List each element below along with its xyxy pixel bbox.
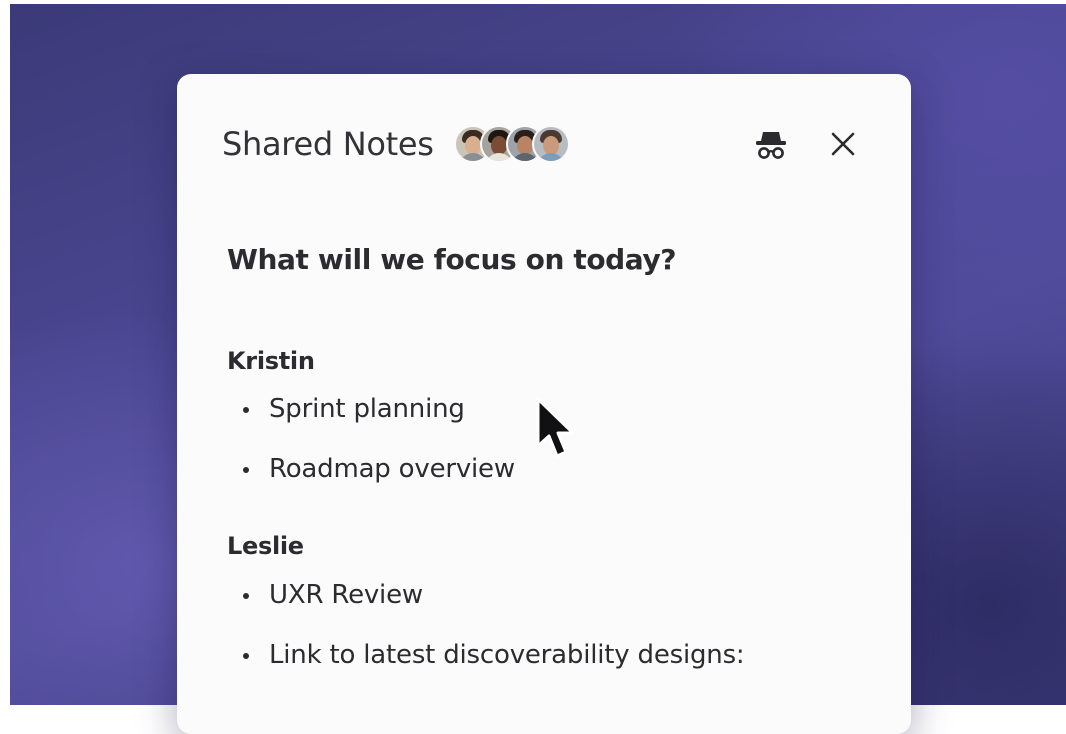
section-name: Leslie (227, 532, 304, 560)
close-button[interactable] (823, 124, 863, 164)
avatar (531, 125, 570, 163)
participant-avatars[interactable] (453, 125, 570, 163)
panel-header: Shared Notes (222, 122, 863, 166)
list-item: Sprint planning (227, 391, 871, 427)
section-name: Kristin (227, 347, 315, 375)
notes-heading: What will we focus on today? (227, 243, 677, 276)
panel-title: Shared Notes (222, 125, 434, 163)
item-list: Sprint planning Roadmap overview (227, 391, 871, 487)
incognito-button[interactable] (751, 124, 791, 164)
close-icon (831, 132, 855, 156)
shared-notes-panel: Shared Notes What will we focus on today… (177, 74, 911, 734)
header-actions (751, 124, 863, 164)
notes-document[interactable]: What will we focus on today? Kristin Spr… (227, 239, 871, 673)
incognito-icon (756, 132, 786, 159)
list-item: UXR Review (227, 577, 871, 613)
item-list: UXR Review Link to latest discoverabilit… (227, 577, 871, 673)
list-item: Roadmap overview (227, 451, 871, 487)
list-item: Link to latest discoverability designs: (227, 637, 871, 673)
